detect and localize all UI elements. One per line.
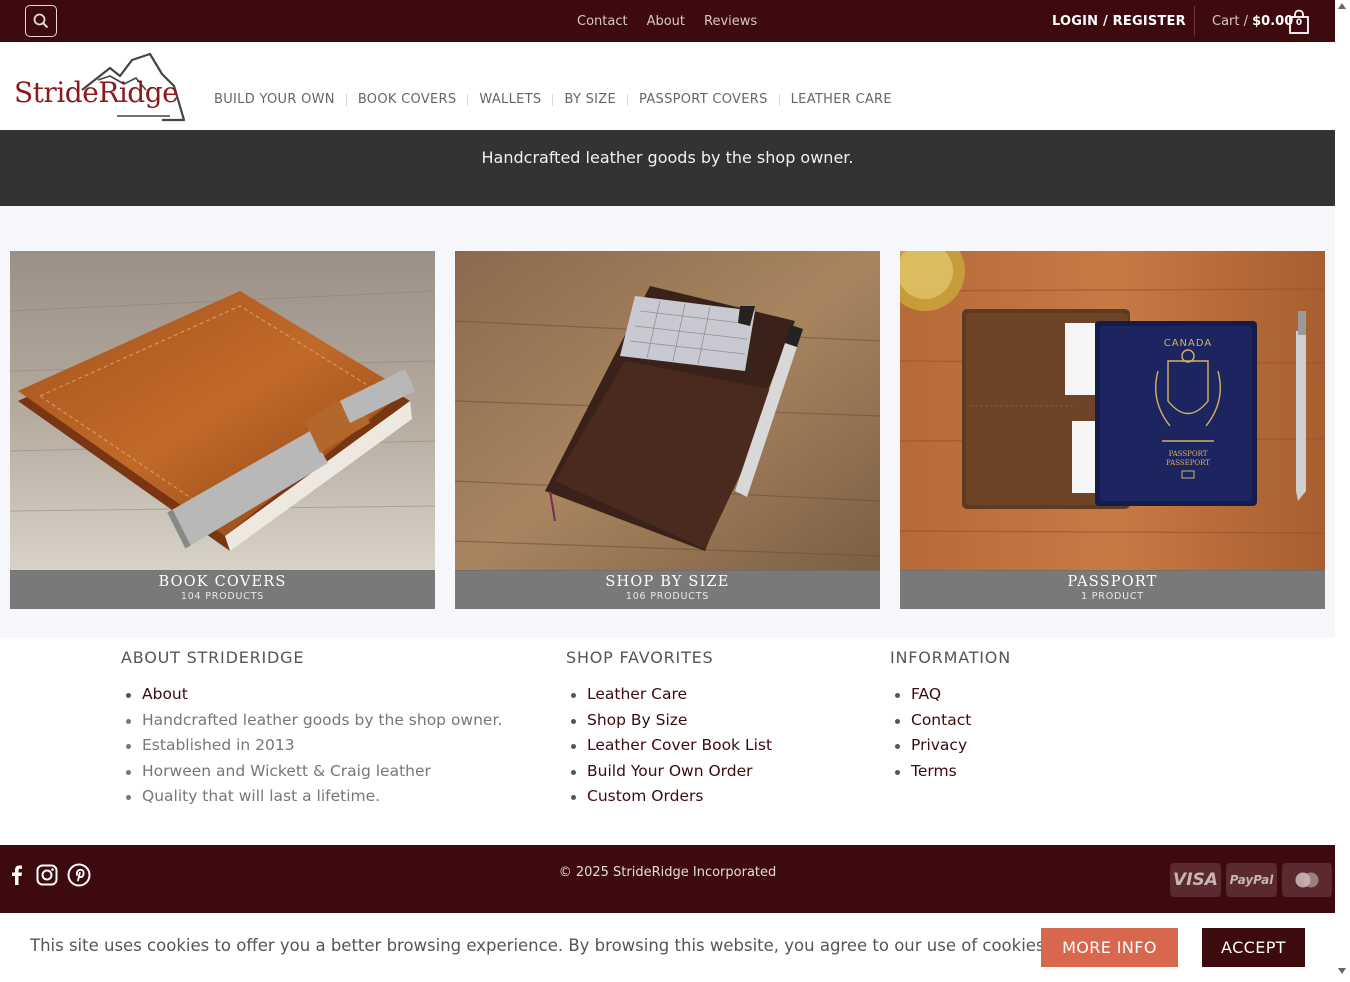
category-count: 104 PRODUCTS — [180, 591, 265, 602]
mastercard-badge — [1282, 863, 1332, 897]
nav-leather-care[interactable]: LEATHER CARE — [791, 92, 892, 107]
paypal-label: PayPal — [1229, 873, 1274, 887]
favorite-link-book-list[interactable]: Leather Cover Book List — [566, 733, 772, 759]
category-count: 106 PRODUCTS — [625, 591, 710, 602]
category-section: BOOK COVERS 104 PRODUCTS SHOP BY SIZE 10… — [0, 206, 1335, 638]
logo[interactable]: StrideRidge — [12, 50, 188, 122]
category-title: SHOP BY SIZE — [605, 574, 730, 590]
book-cover-photo — [10, 251, 435, 571]
scroll-down-arrow-icon[interactable] — [1338, 968, 1346, 974]
nav-by-size[interactable]: BY SIZE — [564, 92, 616, 107]
top-divider — [1194, 6, 1195, 36]
copyright-text: © 2025 StrideRidge Incorporated — [558, 865, 777, 880]
top-link-about[interactable]: About — [647, 14, 685, 29]
top-link-contact[interactable]: Contact — [577, 14, 628, 29]
favorite-link-shop-by-size[interactable]: Shop By Size — [566, 708, 772, 734]
nav-separator — [627, 93, 629, 106]
about-widget: ABOUT STRIDERIDGE About Handcrafted leat… — [121, 648, 502, 810]
about-link[interactable]: About — [121, 682, 502, 708]
notebook-cover-photo — [455, 251, 880, 571]
nav-separator — [778, 93, 780, 106]
search-icon — [33, 13, 49, 29]
info-link-contact[interactable]: Contact — [890, 708, 1011, 734]
nav-build-your-own[interactable]: BUILD YOUR OWN — [214, 92, 335, 107]
info-link-privacy[interactable]: Privacy — [890, 733, 1011, 759]
more-info-button[interactable]: MORE INFO — [1041, 928, 1178, 967]
scroll-up-arrow-icon[interactable] — [1338, 3, 1346, 9]
favorite-link-build-your-own[interactable]: Build Your Own Order — [566, 759, 772, 785]
passport-title-fr: PASSEPORT — [1166, 459, 1210, 467]
scrollbar[interactable] — [1335, 0, 1350, 982]
nav-separator — [552, 93, 554, 106]
information-list: FAQ Contact Privacy Terms — [890, 682, 1011, 784]
about-list: About Handcrafted leather goods by the s… — [121, 682, 502, 810]
site-header: StrideRidge BUILD YOUR OWN BOOK COVERS W… — [0, 42, 1335, 130]
passport-country-text: CANADA — [1164, 338, 1213, 349]
nav-passport-covers[interactable]: PASSPORT COVERS — [639, 92, 768, 107]
search-button[interactable] — [25, 5, 57, 37]
visa-label: VISA — [1173, 870, 1218, 890]
accept-button[interactable]: ACCEPT — [1202, 928, 1305, 967]
cart-link[interactable]: Cart / $0.00 — [1212, 0, 1293, 42]
shop-favorites-widget: SHOP FAVORITES Leather Care Shop By Size… — [566, 648, 772, 810]
category-card-shop-by-size[interactable]: SHOP BY SIZE 106 PRODUCTS — [455, 251, 880, 609]
passport-cover-photo: CANADA PASSPORT PASSEPORT — [900, 251, 1325, 571]
paypal-badge: PayPal — [1226, 863, 1277, 897]
top-links: Contact About Reviews — [577, 0, 757, 42]
shop-favorites-heading: SHOP FAVORITES — [566, 648, 714, 667]
top-bar: Contact About Reviews LOGIN / REGISTER C… — [0, 0, 1335, 42]
cart-prefix: Cart / — [1212, 13, 1248, 29]
nav-separator — [467, 93, 469, 106]
cart-count: 0 — [1295, 18, 1303, 28]
info-link-terms[interactable]: Terms — [890, 759, 1011, 785]
list-item: Handcrafted leather goods by the shop ow… — [121, 708, 502, 734]
category-title: BOOK COVERS — [158, 574, 287, 590]
bottom-footer: © 2025 StrideRidge Incorporated VISA Pay… — [0, 845, 1335, 913]
passport-title-en: PASSPORT — [1169, 450, 1208, 458]
favorite-link-leather-care[interactable]: Leather Care — [566, 682, 772, 708]
category-caption: PASSPORT 1 PRODUCT — [900, 570, 1325, 609]
tagline-band: Handcrafted leather goods by the shop ow… — [0, 130, 1335, 206]
favorite-link-custom-orders[interactable]: Custom Orders — [566, 784, 772, 810]
visa-badge: VISA — [1170, 863, 1221, 897]
shop-favorites-list: Leather Care Shop By Size Leather Cover … — [566, 682, 772, 810]
main-nav: BUILD YOUR OWN BOOK COVERS WALLETS BY SI… — [214, 92, 892, 107]
list-item: Quality that will last a lifetime. — [121, 784, 502, 810]
mastercard-icon — [1295, 872, 1319, 888]
top-link-reviews[interactable]: Reviews — [704, 14, 757, 29]
information-heading: INFORMATION — [890, 648, 1011, 667]
category-card-book-covers[interactable]: BOOK COVERS 104 PRODUCTS — [10, 251, 435, 609]
list-item: Horween and Wickett & Craig leather — [121, 759, 502, 785]
login-register-link[interactable]: LOGIN / REGISTER — [1052, 0, 1186, 42]
list-item: Established in 2013 — [121, 733, 502, 759]
nav-wallets[interactable]: WALLETS — [479, 92, 541, 107]
category-card-passport[interactable]: CANADA PASSPORT PASSEPORT PASSPORT 1 PRO… — [900, 251, 1325, 609]
cookie-text: This site uses cookies to offer you a be… — [30, 936, 1050, 955]
about-heading: ABOUT STRIDERIDGE — [121, 648, 305, 667]
nav-separator — [345, 93, 347, 106]
logo-text: StrideRidge — [14, 76, 179, 109]
footer-widgets: ABOUT STRIDERIDGE About Handcrafted leat… — [0, 638, 1335, 845]
info-link-faq[interactable]: FAQ — [890, 682, 1011, 708]
information-widget: INFORMATION FAQ Contact Privacy Terms — [890, 648, 1011, 784]
category-caption: BOOK COVERS 104 PRODUCTS — [10, 570, 435, 609]
cookie-notice: This site uses cookies to offer you a be… — [0, 913, 1335, 982]
category-count: 1 PRODUCT — [1081, 591, 1144, 602]
category-title: PASSPORT — [1067, 574, 1158, 590]
category-caption: SHOP BY SIZE 106 PRODUCTS — [455, 570, 880, 609]
tagline-text: Handcrafted leather goods by the shop ow… — [481, 148, 854, 167]
nav-book-covers[interactable]: BOOK COVERS — [358, 92, 457, 107]
